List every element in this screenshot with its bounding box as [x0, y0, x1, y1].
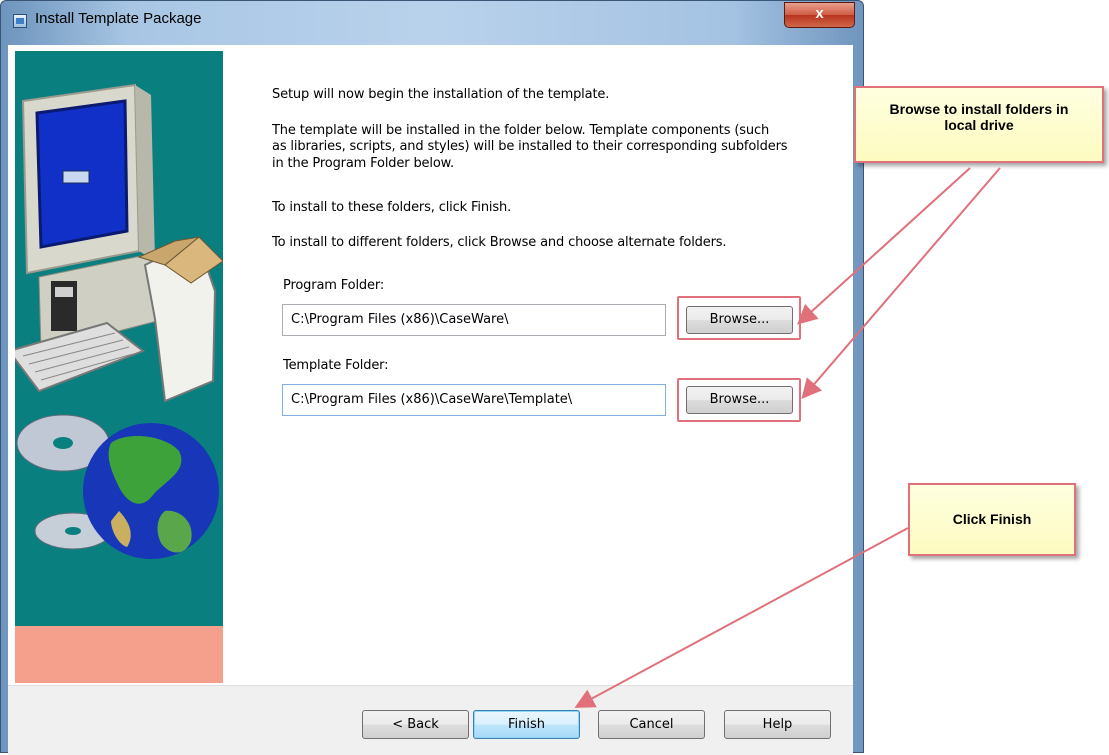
- program-folder-browse-button[interactable]: Browse...: [686, 306, 793, 334]
- finish-instruction: To install to these folders, click Finis…: [272, 200, 512, 215]
- description-line-3: in the Program Folder below.: [272, 156, 454, 171]
- window-title: Install Template Package: [35, 10, 202, 27]
- accent-strip: [15, 626, 223, 683]
- template-folder-browse-button[interactable]: Browse...: [686, 386, 793, 414]
- install-dialog-window: Install Template Package x Setup will no…: [0, 0, 864, 755]
- close-button[interactable]: x: [784, 2, 855, 28]
- help-button[interactable]: Help: [724, 710, 831, 739]
- template-folder-input[interactable]: C:\Program Files (x86)\CaseWare\Template…: [282, 384, 666, 416]
- title-bar[interactable]: Install Template Package x: [1, 1, 863, 37]
- browse-callout: Browse to install folders in local drive: [854, 86, 1104, 163]
- browse-callout-line-2: local drive: [944, 117, 1014, 133]
- dialog-client-area: Setup will now begin the installation of…: [8, 45, 853, 755]
- browse-instruction: To install to different folders, click B…: [272, 235, 727, 250]
- installer-app-icon: [13, 14, 27, 28]
- cancel-button[interactable]: Cancel: [598, 710, 705, 739]
- back-button[interactable]: < Back: [362, 710, 469, 739]
- wizard-footer: < Back Finish Cancel Help: [8, 685, 853, 755]
- wizard-content: Setup will now begin the installation of…: [225, 45, 853, 685]
- template-folder-label: Template Folder:: [283, 358, 389, 373]
- teal-background: [15, 51, 223, 626]
- intro-text: Setup will now begin the installation of…: [272, 87, 610, 102]
- computer-and-globe-illustration: [15, 83, 223, 559]
- description-line-1: The template will be installed in the fo…: [272, 123, 770, 138]
- finish-button[interactable]: Finish: [473, 710, 580, 739]
- finish-callout: Click Finish: [908, 483, 1076, 556]
- description-line-2: as libraries, scripts, and styles) will …: [272, 139, 788, 154]
- program-folder-label: Program Folder:: [283, 278, 385, 293]
- wizard-art-panel: [8, 45, 226, 685]
- browse-callout-line-1: Browse to install folders in: [889, 101, 1069, 117]
- program-folder-input[interactable]: C:\Program Files (x86)\CaseWare\: [282, 304, 666, 336]
